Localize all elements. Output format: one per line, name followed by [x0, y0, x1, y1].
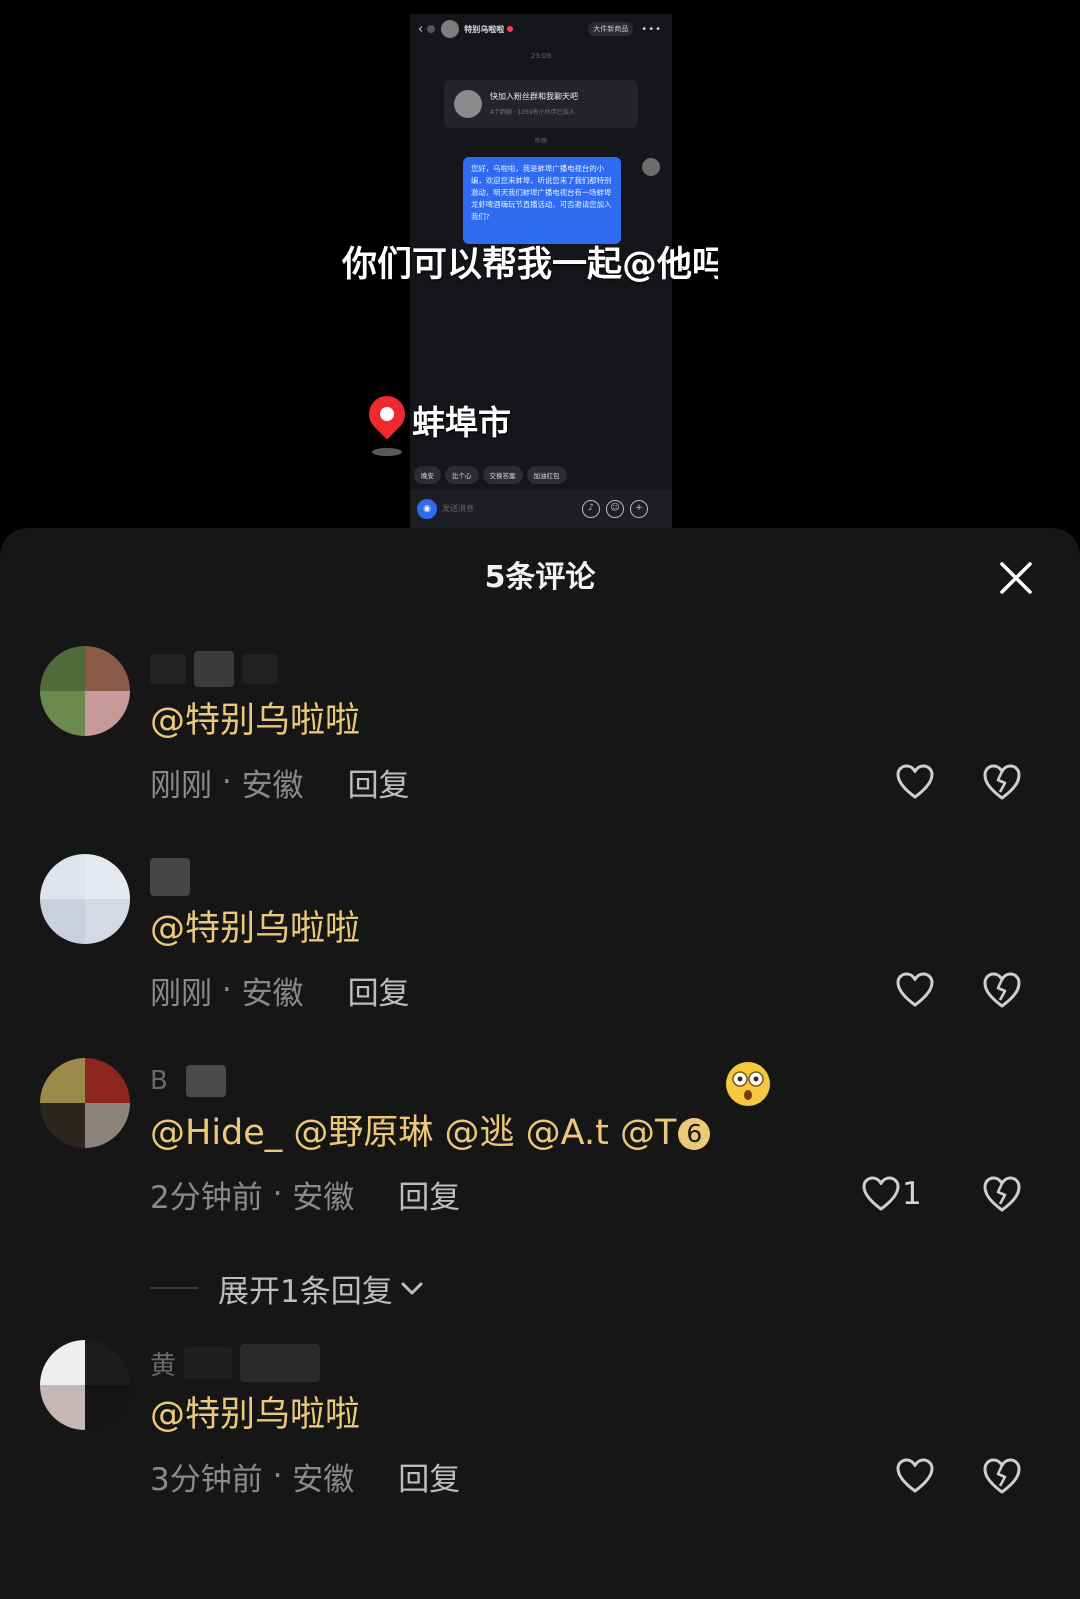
- location-tag[interactable]: 蚌埠市: [361, 388, 511, 458]
- chat-input-placeholder: 发送消息: [442, 504, 474, 513]
- chat-header: ‹ 特别乌啦啦 大件新商品 •••: [410, 14, 672, 44]
- avatar[interactable]: [40, 1340, 130, 1430]
- astonished-face-emoji: [726, 1062, 770, 1106]
- comment-meta: 3分钟前 · 安徽 回复: [150, 1454, 460, 1498]
- comment-time: 3分钟前: [150, 1461, 263, 1498]
- chat-date-label: 昨晚: [534, 138, 547, 145]
- comments-count-title: 5条评论: [484, 560, 596, 595]
- quick-tag: 交换答案: [482, 466, 523, 484]
- plus-icon: +: [630, 500, 648, 518]
- comment-meta: 刚刚 · 安徽 回复: [150, 760, 410, 804]
- verified-dot-icon: [507, 26, 514, 32]
- avatar[interactable]: [40, 646, 130, 736]
- circled-number: 6: [678, 1118, 711, 1150]
- broken-heart-icon[interactable]: [982, 1456, 1022, 1496]
- comment-time: 刚刚: [150, 767, 212, 804]
- avatar[interactable]: [40, 854, 130, 944]
- heart-outline-icon: [896, 1458, 934, 1493]
- like-button[interactable]: [896, 970, 934, 1010]
- comment-item: 黄 @特别乌啦啦 3分钟前 · 安徽 回复: [0, 1340, 1080, 1510]
- comments-sheet: 5条评论 @特别乌啦啦 刚刚 · 安徽 回复 @特别乌啦啦 刚刚 · 安徽 回复…: [0, 528, 1080, 1599]
- video-caption: 你们可以帮我一起@他吗: [342, 245, 718, 285]
- back-icon: ‹: [418, 21, 424, 37]
- meta-separator: ·: [212, 972, 242, 1008]
- sender-avatar: [642, 158, 660, 176]
- meta-separator: ·: [212, 764, 242, 800]
- broken-heart-icon[interactable]: [982, 970, 1022, 1010]
- username[interactable]: [150, 854, 190, 900]
- emoji-icon: ☺: [606, 500, 624, 518]
- like-button[interactable]: [896, 1456, 934, 1496]
- comment-item: @特别乌啦啦 刚刚 · 安徽 回复: [0, 854, 1080, 1024]
- location-pin-icon: [361, 388, 413, 458]
- reply-button[interactable]: 回复: [348, 968, 410, 1013]
- expand-replies-label: 展开1条回复: [218, 1273, 393, 1310]
- username[interactable]: B: [150, 1058, 226, 1104]
- comment-region: 安徽: [292, 1461, 355, 1498]
- status-icon: [427, 25, 436, 33]
- comment-text: @特别乌啦啦: [150, 701, 361, 741]
- comment-time: 2分钟前: [150, 1179, 263, 1216]
- contact-avatar: [441, 20, 460, 38]
- broken-heart-icon[interactable]: [982, 762, 1022, 802]
- close-icon[interactable]: [996, 558, 1036, 598]
- fan-group-card: 快加入粉丝群和我聊天吧 4个群聊 · 1059名小伙伴已加入: [444, 80, 638, 128]
- comment-region: 安徽: [241, 767, 304, 804]
- fan-group-title: 快加入粉丝群和我聊天吧: [490, 92, 578, 101]
- meta-separator: ·: [262, 1458, 293, 1494]
- heart-outline-icon: [896, 972, 934, 1007]
- contact-name: 特别乌啦啦: [464, 24, 505, 34]
- like-button[interactable]: 1: [862, 1174, 922, 1214]
- comment-time: 刚刚: [150, 975, 212, 1012]
- chat-input-bar: ◉ 发送消息 ♪ ☺ +: [410, 490, 672, 528]
- username[interactable]: 黄: [150, 1340, 321, 1386]
- heart-outline-icon: [896, 764, 934, 799]
- fan-group-avatar: [454, 90, 482, 118]
- mentions: @Hide_ @野原琳 @逃 @A.t @T: [150, 1113, 677, 1153]
- comment-text: @Hide_ @野原琳 @逃 @A.t @T 6: [150, 1110, 711, 1156]
- comment-meta: 刚刚 · 安徽 回复: [150, 968, 410, 1012]
- expand-replies-button[interactable]: 展开1条回复: [150, 1266, 425, 1310]
- shop-label: 大件新商品: [588, 22, 634, 36]
- like-count: 1: [902, 1176, 922, 1212]
- video-player[interactable]: ‹ 特别乌啦啦 大件新商品 ••• 23:09 快加入粉丝群和我聊天吧 4个群聊…: [0, 0, 1080, 528]
- broken-heart-icon[interactable]: [982, 1174, 1022, 1214]
- location-name: 蚌埠市: [412, 403, 511, 442]
- reply-button[interactable]: 回复: [398, 1172, 460, 1217]
- chevron-down-icon: [401, 1282, 423, 1295]
- comment-meta: 2分钟前 · 安徽 回复: [150, 1172, 460, 1216]
- more-icon: •••: [641, 23, 662, 35]
- avatar[interactable]: [40, 1058, 130, 1148]
- divider: [150, 1287, 198, 1289]
- like-button[interactable]: [896, 762, 934, 802]
- username-initial: B: [150, 1066, 168, 1096]
- username-initial: 黄: [150, 1350, 177, 1381]
- comment-text: @特别乌啦啦: [150, 1395, 361, 1435]
- reply-button[interactable]: 回复: [398, 1454, 460, 1499]
- fan-group-subtitle: 4个群聊 · 1059名小伙伴已加入: [490, 109, 575, 116]
- quick-tag: 晚安: [414, 466, 441, 484]
- camera-icon: ◉: [417, 499, 437, 519]
- comment-item: B @Hide_ @野原琳 @逃 @A.t @T 6 2分钟前 · 安徽 回复 1: [0, 1058, 1080, 1228]
- chat-message-bubble: 您好，乌啦啦，我是蚌埠广播电视台的小编，欢迎您来蚌埠，听说您来了我们都特别激动，…: [463, 157, 621, 244]
- quick-tag: 加油红包: [526, 466, 567, 484]
- reply-button[interactable]: 回复: [348, 760, 410, 805]
- quick-reply-tags: 晚安 比个心 交换答案 加油红包: [414, 466, 670, 484]
- meta-separator: ·: [262, 1176, 293, 1212]
- chat-time: 23:09: [530, 52, 552, 60]
- heart-outline-icon: [862, 1176, 900, 1211]
- username[interactable]: [150, 646, 278, 692]
- voice-icon: ♪: [582, 500, 600, 518]
- quick-tag: 比个心: [445, 466, 479, 484]
- comment-region: 安徽: [241, 975, 304, 1012]
- comment-region: 安徽: [292, 1179, 355, 1216]
- comment-text: @特别乌啦啦: [150, 909, 361, 949]
- comment-item: @特别乌啦啦 刚刚 · 安徽 回复: [0, 646, 1080, 816]
